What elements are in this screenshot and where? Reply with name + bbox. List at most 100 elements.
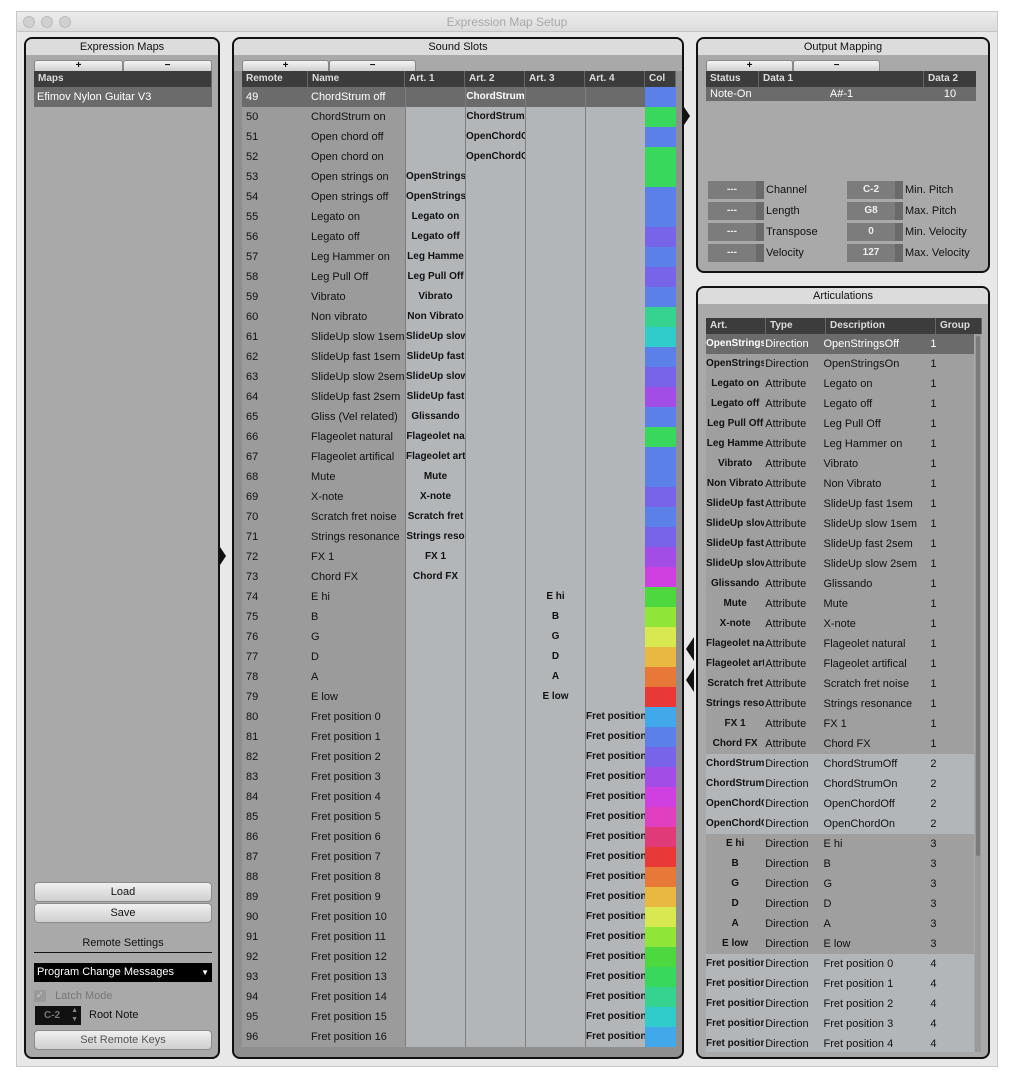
- articulations-column-header-type[interactable]: Type: [766, 318, 826, 334]
- sound-slot-row[interactable]: 57 Leg Hammer on Leg Hamme: [242, 247, 676, 267]
- articulation-row[interactable]: SlideUp fast Attribute SlideUp fast 1sem 1: [706, 494, 974, 514]
- slot-color-swatch[interactable]: [645, 627, 676, 647]
- articulation-row[interactable]: SlideUp slow Attribute SlideUp slow 2sem 1: [706, 554, 974, 574]
- articulation-row[interactable]: Vibrato Attribute Vibrato 1: [706, 454, 974, 474]
- sound-slot-row[interactable]: 60 Non vibrato Non Vibrato: [242, 307, 676, 327]
- sound-slot-row[interactable]: 54 Open strings off OpenStrings: [242, 187, 676, 207]
- sound-slot-row[interactable]: 49 ChordStrum off ChordStrum: [242, 87, 676, 107]
- slot-color-swatch[interactable]: [645, 107, 676, 127]
- articulation-row[interactable]: OpenStrings Direction OpenStringsOff 1: [706, 334, 974, 354]
- slot-color-swatch[interactable]: [645, 547, 676, 567]
- zoom-window-button[interactable]: [59, 16, 71, 28]
- articulation-row[interactable]: Flageolet art Attribute Flageolet artifica…: [706, 654, 974, 674]
- sound-slot-row[interactable]: 85 Fret position 5 Fret position: [242, 807, 676, 827]
- articulation-row[interactable]: Mute Attribute Mute 1: [706, 594, 974, 614]
- slots-column-header-art4[interactable]: Art. 4: [585, 71, 645, 87]
- slot-color-swatch[interactable]: [645, 227, 676, 247]
- stepper-arrows-icon[interactable]: ▲ ▼: [71, 1006, 78, 1024]
- slot-color-swatch[interactable]: [645, 367, 676, 387]
- sound-slot-row[interactable]: 77 D D: [242, 647, 676, 667]
- slot-color-swatch[interactable]: [645, 507, 676, 527]
- slot-color-swatch[interactable]: [645, 827, 676, 847]
- output-mapping-row[interactable]: Note-On A#-1 10: [706, 87, 976, 101]
- output-velocity-field[interactable]: ---: [708, 244, 756, 262]
- slot-color-swatch[interactable]: [645, 707, 676, 727]
- articulation-row[interactable]: FX 1 Attribute FX 1 1: [706, 714, 974, 734]
- articulation-row[interactable]: OpenChordO Direction OpenChordOff 2: [706, 794, 974, 814]
- slot-color-swatch[interactable]: [645, 567, 676, 587]
- slot-color-swatch[interactable]: [645, 167, 676, 187]
- remote-mode-select[interactable]: Program Change Messages ▼: [34, 963, 212, 982]
- sound-slot-row[interactable]: 76 G G: [242, 627, 676, 647]
- sound-slot-row[interactable]: 56 Legato off Legato off: [242, 227, 676, 247]
- sound-slot-row[interactable]: 68 Mute Mute: [242, 467, 676, 487]
- root-note-stepper[interactable]: C-2 ▲ ▼: [35, 1006, 81, 1025]
- articulation-row[interactable]: OpenChordO Direction OpenChordOn 2: [706, 814, 974, 834]
- sound-slot-row[interactable]: 50 ChordStrum on ChordStrum: [242, 107, 676, 127]
- sound-slot-row[interactable]: 89 Fret position 9 Fret position: [242, 887, 676, 907]
- articulation-row[interactable]: Scratch fret Attribute Scratch fret noise 1: [706, 674, 974, 694]
- add-output-button[interactable]: +: [706, 60, 793, 71]
- load-button[interactable]: Load: [34, 882, 212, 902]
- slot-color-swatch[interactable]: [645, 527, 676, 547]
- sound-slot-row[interactable]: 53 Open strings on OpenStrings: [242, 167, 676, 187]
- slot-color-swatch[interactable]: [645, 747, 676, 767]
- sound-slot-row[interactable]: 63 SlideUp slow 2sem SlideUp slow: [242, 367, 676, 387]
- sound-slot-row[interactable]: 72 FX 1 FX 1: [242, 547, 676, 567]
- set-remote-keys-button[interactable]: Set Remote Keys: [34, 1030, 212, 1050]
- stepper-icon[interactable]: [756, 181, 764, 199]
- maps-column-header[interactable]: Maps: [34, 71, 212, 87]
- slot-color-swatch[interactable]: [645, 467, 676, 487]
- slot-color-swatch[interactable]: [645, 447, 676, 467]
- articulation-row[interactable]: Fret position Direction Fret position 3 4: [706, 1014, 974, 1034]
- sound-slot-row[interactable]: 59 Vibrato Vibrato: [242, 287, 676, 307]
- sound-slot-row[interactable]: 62 SlideUp fast 1sem SlideUp fast: [242, 347, 676, 367]
- slot-color-swatch[interactable]: [645, 647, 676, 667]
- articulation-row[interactable]: Leg Pull Off Attribute Leg Pull Off 1: [706, 414, 974, 434]
- slot-color-swatch[interactable]: [645, 927, 676, 947]
- slot-color-swatch[interactable]: [645, 127, 676, 147]
- articulation-row[interactable]: X-note Attribute X-note 1: [706, 614, 974, 634]
- slot-color-swatch[interactable]: [645, 687, 676, 707]
- slot-color-swatch[interactable]: [645, 187, 676, 207]
- articulation-row[interactable]: OpenStrings Direction OpenStringsOn 1: [706, 354, 974, 374]
- slots-column-header-name[interactable]: Name: [308, 71, 405, 87]
- slot-color-swatch[interactable]: [645, 907, 676, 927]
- articulation-row[interactable]: D Direction D 3: [706, 894, 974, 914]
- slot-color-swatch[interactable]: [645, 947, 676, 967]
- sound-slot-row[interactable]: 70 Scratch fret noise Scratch fret: [242, 507, 676, 527]
- slot-color-swatch[interactable]: [645, 1027, 676, 1047]
- sound-slot-row[interactable]: 75 B B: [242, 607, 676, 627]
- slot-color-swatch[interactable]: [645, 347, 676, 367]
- scrollbar-thumb[interactable]: [976, 336, 980, 856]
- slot-color-swatch[interactable]: [645, 387, 676, 407]
- slot-color-swatch[interactable]: [645, 487, 676, 507]
- articulations-column-header-art[interactable]: Art.: [706, 318, 766, 334]
- status-column-header[interactable]: Status: [706, 71, 759, 87]
- sound-slot-row[interactable]: 55 Legato on Legato on: [242, 207, 676, 227]
- slot-color-swatch[interactable]: [645, 287, 676, 307]
- add-slot-button[interactable]: +: [242, 60, 329, 71]
- remove-map-button[interactable]: −: [123, 60, 212, 71]
- sound-slot-row[interactable]: 51Open chord off OpenChordOff: [242, 127, 676, 147]
- output-min-pitchfield[interactable]: C-2: [847, 181, 895, 199]
- articulation-row[interactable]: Strings reso Attribute Strings resonance 1: [706, 694, 974, 714]
- close-window-button[interactable]: [23, 16, 35, 28]
- slot-color-swatch[interactable]: [645, 87, 676, 107]
- sound-slot-row[interactable]: 91 Fret position 11 Fret position: [242, 927, 676, 947]
- sound-slot-row[interactable]: 82 Fret position 2 Fret position: [242, 747, 676, 767]
- sound-slot-row[interactable]: 95 Fret position 15 Fret position: [242, 1007, 676, 1027]
- slots-column-header-remote[interactable]: Remote: [242, 71, 308, 87]
- slot-color-swatch[interactable]: [645, 427, 676, 447]
- slot-color-swatch[interactable]: [645, 807, 676, 827]
- stepper-icon[interactable]: [895, 223, 903, 241]
- map-list-item[interactable]: Efimov Nylon Guitar V3: [34, 87, 212, 107]
- articulation-row[interactable]: Fret position Direction Fret position 4 4: [706, 1034, 974, 1052]
- data2-column-header[interactable]: Data 2: [924, 71, 976, 87]
- stepper-icon[interactable]: [756, 244, 764, 262]
- sound-slot-row[interactable]: 67 Flageolet artifical Flageolet art: [242, 447, 676, 467]
- slots-column-header-art3[interactable]: Art. 3: [525, 71, 585, 87]
- sound-slot-row[interactable]: 79 E low E low: [242, 687, 676, 707]
- articulation-row[interactable]: Non Vibrato Attribute Non Vibrato 1: [706, 474, 974, 494]
- articulation-row[interactable]: E hi Direction E hi 3: [706, 834, 974, 854]
